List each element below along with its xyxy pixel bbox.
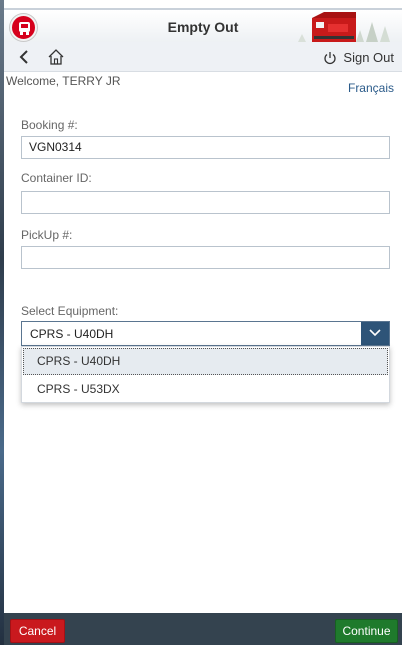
equipment-option[interactable]: CPRS - U53DX [23, 376, 388, 403]
equipment-select[interactable]: CPRS - U40DH [21, 321, 390, 346]
home-icon[interactable] [46, 47, 66, 67]
equipment-label: Select Equipment: [21, 304, 119, 318]
equipment-selected-value: CPRS - U40DH [30, 327, 114, 341]
pickup-input[interactable] [21, 246, 390, 269]
sign-out-label: Sign Out [343, 50, 394, 65]
navigation-bar: Sign Out [4, 42, 402, 72]
chevron-down-icon [369, 329, 381, 337]
container-id-label: Container ID: [21, 171, 92, 185]
app-container: Empty Out Sign Out Welcome, TERRY JR Fra… [4, 8, 402, 645]
booking-label: Booking #: [21, 118, 78, 132]
locomotive-icon [298, 12, 390, 42]
equipment-dropdown-list: CPRS - U40DH CPRS - U53DX [21, 346, 390, 403]
continue-button[interactable]: Continue [335, 619, 398, 643]
sign-out-button[interactable]: Sign Out [323, 50, 394, 65]
dropdown-toggle[interactable] [361, 322, 389, 345]
equipment-option[interactable]: CPRS - U40DH [23, 348, 388, 375]
container-id-input[interactable] [21, 191, 390, 214]
pickup-label: PickUp #: [21, 228, 73, 242]
cancel-button[interactable]: Cancel [10, 619, 65, 643]
welcome-message: Welcome, TERRY JR [6, 74, 121, 88]
footer-bar: Cancel Continue [4, 613, 402, 645]
power-icon [324, 51, 337, 64]
app-header: Empty Out [4, 8, 402, 42]
booking-input[interactable]: VGN0314 [21, 136, 390, 159]
language-link[interactable]: Français [348, 81, 394, 95]
chevron-left-icon[interactable] [16, 48, 34, 66]
